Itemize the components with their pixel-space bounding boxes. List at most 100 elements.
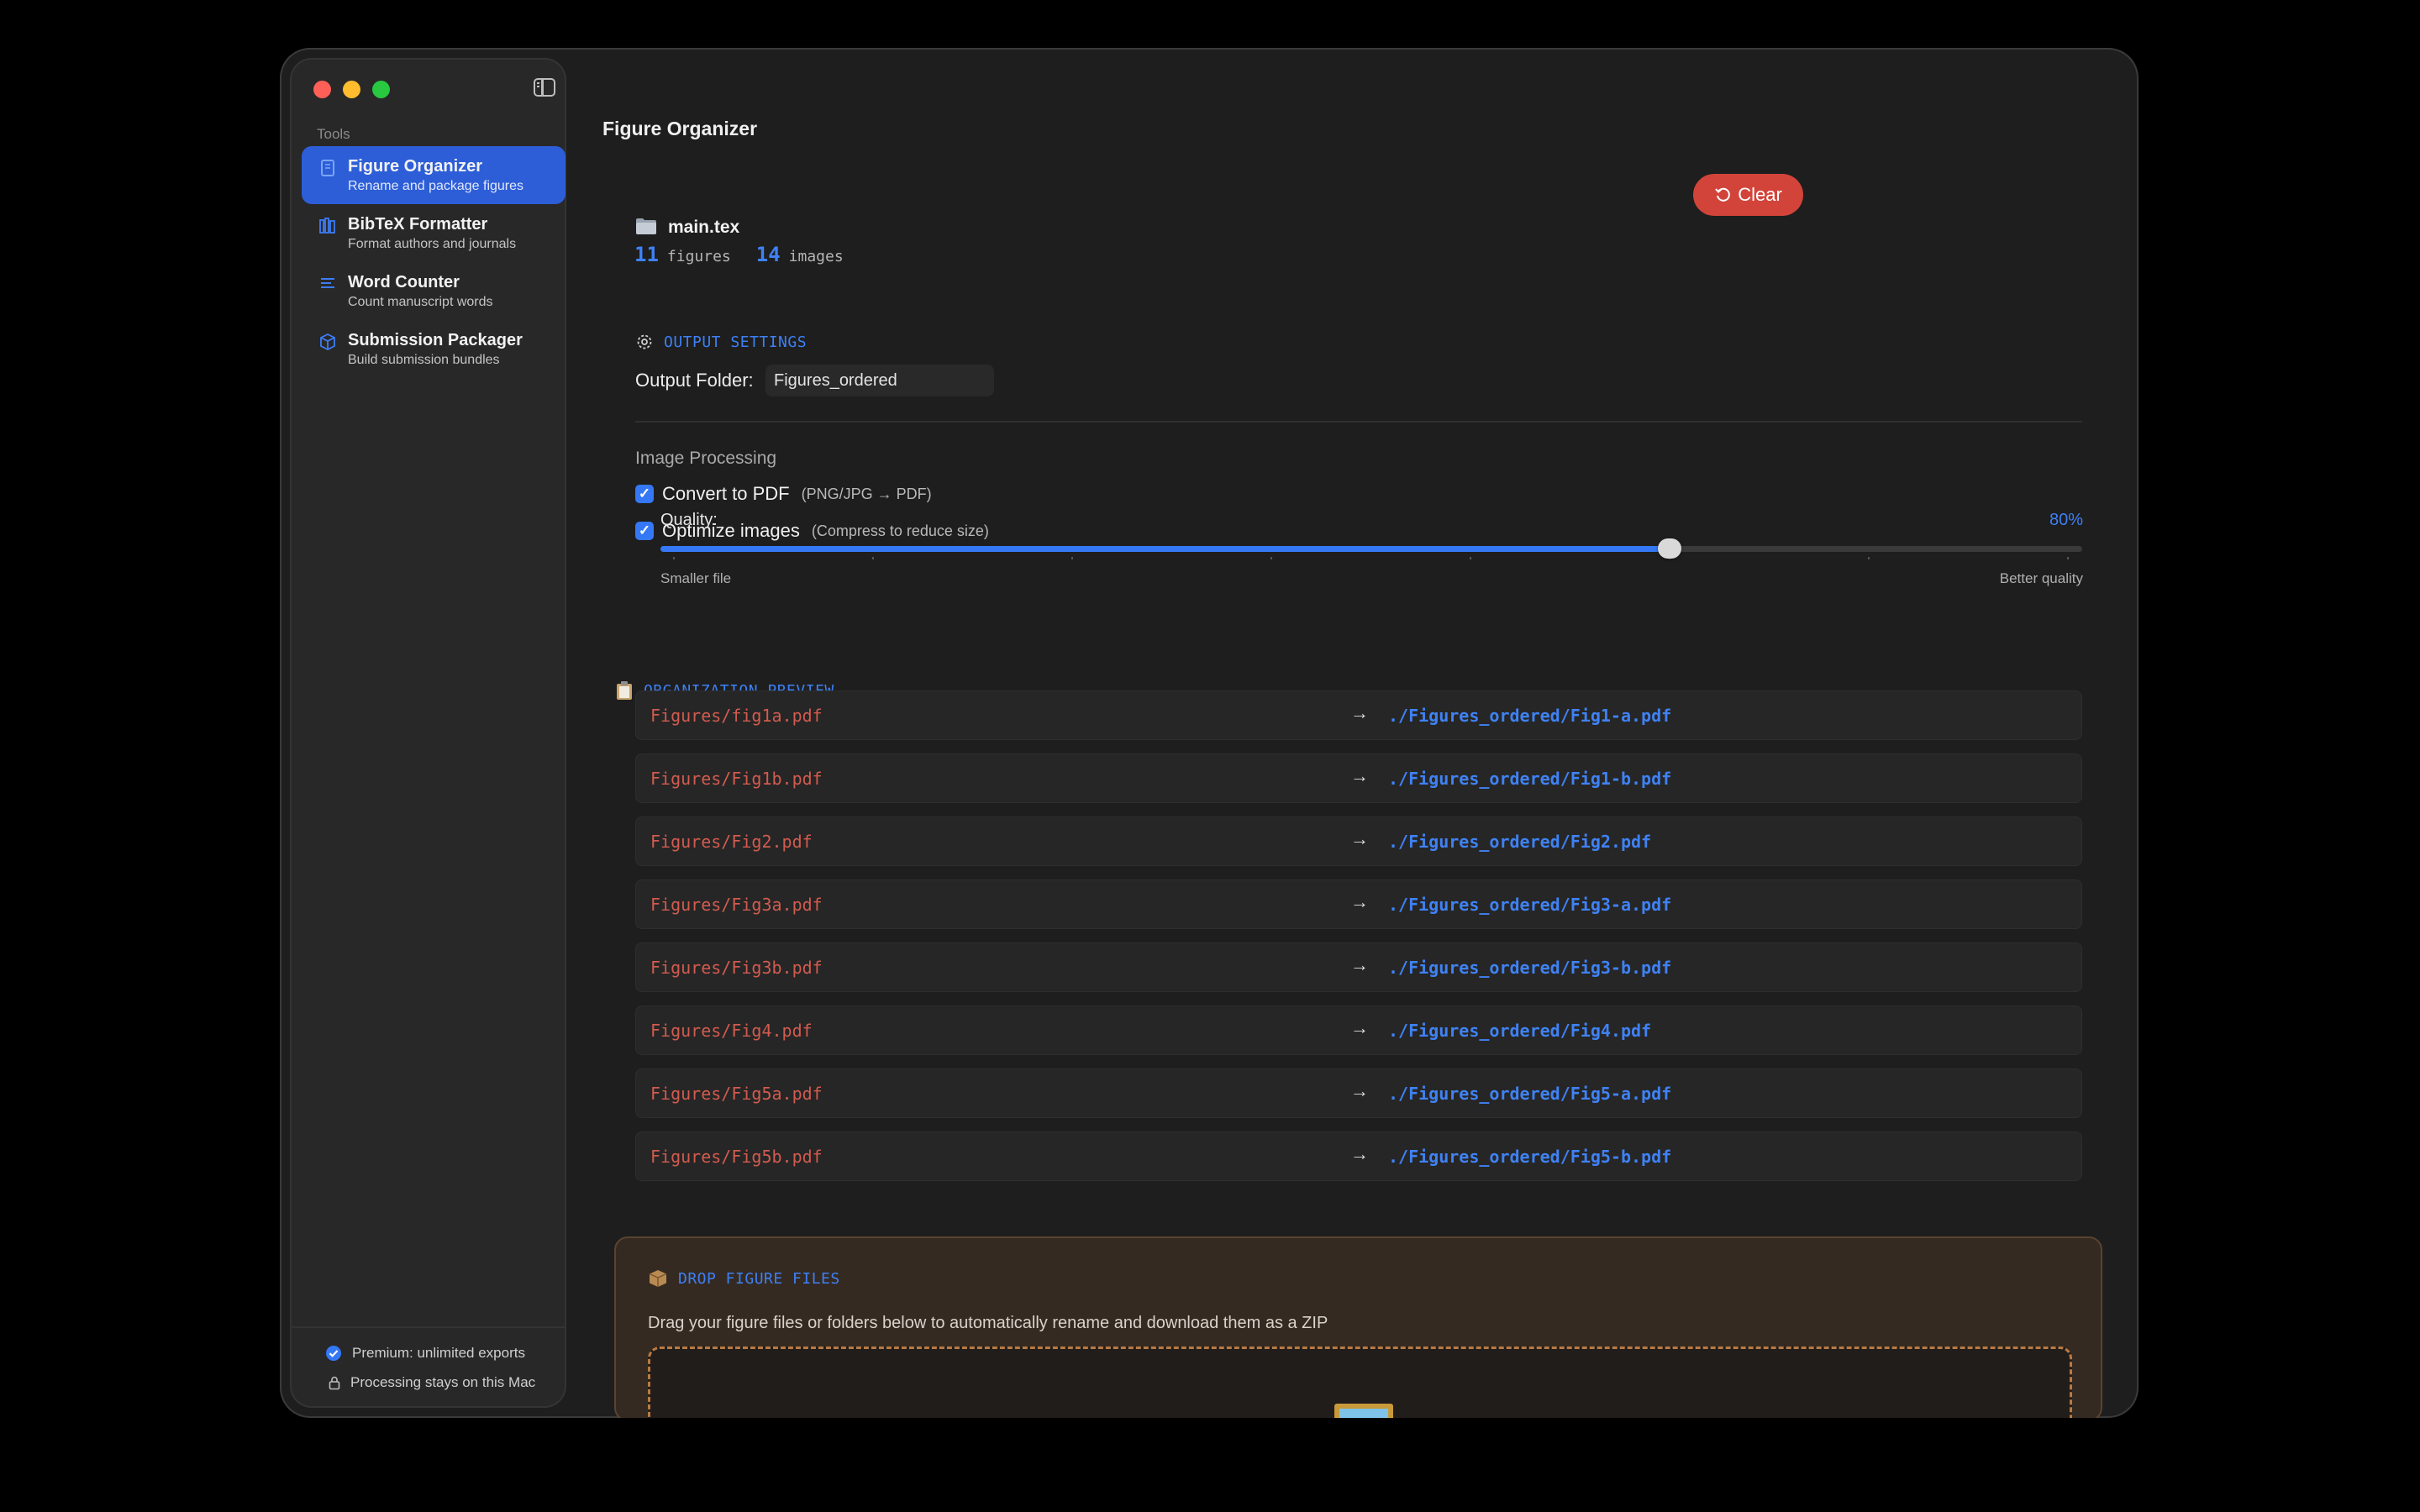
- source-path: Figures/Fig3b.pdf: [650, 958, 823, 978]
- sidebar-item-title: Word Counter: [348, 273, 460, 291]
- lock-icon: [329, 1376, 340, 1390]
- slider-tick: [1470, 557, 1471, 559]
- sidebar-item-bibtex-formatter[interactable]: BibTeX Formatter Format authors and jour…: [302, 204, 566, 262]
- output-folder-input[interactable]: Figures_ordered: [765, 365, 994, 396]
- drop-heading: DROP FIGURE FILES: [648, 1269, 840, 1288]
- sidebar-section-label: Tools: [317, 126, 350, 142]
- document-icon: [321, 160, 334, 176]
- sidebar-nav: Figure Organizer Rename and package figu…: [302, 146, 566, 378]
- output-settings-heading: OUTPUT SETTINGS: [635, 333, 807, 351]
- sidebar-toggle-icon[interactable]: [534, 78, 555, 97]
- close-window-button[interactable]: [313, 81, 331, 98]
- figures-label: figures: [666, 248, 731, 265]
- reset-icon: [1715, 187, 1731, 202]
- convert-pdf-option[interactable]: ✓ Convert to PDF (PNG/JPG → PDF): [635, 483, 932, 505]
- preview-row: Figures/fig1a.pdf → ./Figures_ordered/Fi…: [635, 690, 2082, 740]
- window-controls: [313, 81, 390, 98]
- sidebar: Tools Figure Organizer Rename and packag…: [290, 58, 566, 1408]
- destination-path: ./Figures_ordered/Fig4.pdf: [1388, 1021, 1652, 1041]
- sidebar-item-submission-packager[interactable]: Submission Packager Build submission bun…: [302, 320, 566, 378]
- drop-heading-title: DROP FIGURE FILES: [678, 1269, 840, 1288]
- sidebar-item-title: BibTeX Formatter: [348, 215, 488, 234]
- folder-icon: [636, 218, 656, 234]
- clipboard-icon: [617, 681, 632, 700]
- arrow-right-icon: →: [1350, 702, 1369, 723]
- convert-pdf-checkbox[interactable]: ✓: [635, 485, 654, 503]
- optimize-images-hint: (Compress to reduce size): [811, 522, 989, 539]
- slider-tick: [1270, 557, 1272, 559]
- zoom-window-button[interactable]: [372, 81, 390, 98]
- verified-badge-icon: [326, 1346, 341, 1361]
- optimize-images-checkbox[interactable]: ✓: [635, 522, 654, 540]
- arrow-right-icon: →: [1350, 954, 1369, 975]
- preview-row: Figures/Fig2.pdf → ./Figures_ordered/Fig…: [635, 816, 2082, 866]
- source-path: Figures/Fig2.pdf: [650, 832, 813, 852]
- destination-path: ./Figures_ordered/Fig5-b.pdf: [1388, 1147, 1672, 1167]
- sidebar-item-word-counter[interactable]: Word Counter Count manuscript words: [302, 262, 566, 320]
- slider-tick: [1868, 557, 1870, 559]
- tex-file-name: main.tex: [668, 218, 740, 237]
- preview-row: Figures/Fig3a.pdf → ./Figures_ordered/Fi…: [635, 879, 2082, 929]
- source-path: Figures/Fig3a.pdf: [650, 895, 823, 915]
- slider-thumb[interactable]: [1658, 538, 1682, 559]
- file-stats: 11 figures 14 images: [634, 243, 869, 266]
- source-path: Figures/Fig5b.pdf: [650, 1147, 823, 1167]
- privacy-label: Processing stays on this Mac: [350, 1374, 536, 1390]
- package-icon: [649, 1270, 667, 1287]
- quality-slider[interactable]: [660, 538, 2082, 559]
- framed-picture-icon: [1334, 1404, 1393, 1418]
- preview-row: Figures/Fig5a.pdf → ./Figures_ordered/Fi…: [635, 1068, 2082, 1118]
- arrow-right-icon: →: [1350, 1143, 1369, 1164]
- destination-path: ./Figures_ordered/Fig3-a.pdf: [1388, 895, 1672, 915]
- books-icon: [319, 218, 335, 234]
- sidebar-item-subtitle: Format authors and journals: [348, 237, 517, 251]
- drop-zone[interactable]: [648, 1347, 2072, 1418]
- sidebar-item-subtitle: Rename and package figures: [348, 179, 524, 193]
- sidebar-item-figure-organizer[interactable]: Figure Organizer Rename and package figu…: [302, 146, 566, 204]
- slider-tick: [1071, 557, 1073, 559]
- privacy-note: Processing stays on this Mac: [329, 1374, 535, 1391]
- source-path: Figures/fig1a.pdf: [650, 706, 823, 726]
- minimize-window-button[interactable]: [343, 81, 360, 98]
- arrow-right-icon: →: [1350, 891, 1369, 912]
- arrow-right-icon: →: [1350, 1080, 1369, 1101]
- slider-tick: [872, 557, 874, 559]
- source-path: Figures/Fig4.pdf: [650, 1021, 813, 1041]
- convert-pdf-label: Convert to PDF: [662, 483, 790, 504]
- preview-row: Figures/Fig3b.pdf → ./Figures_ordered/Fi…: [635, 942, 2082, 992]
- destination-path: ./Figures_ordered/Fig3-b.pdf: [1388, 958, 1672, 978]
- preview-row: Figures/Fig5b.pdf → ./Figures_ordered/Fi…: [635, 1131, 2082, 1181]
- slider-max-label: Better quality: [1999, 570, 2083, 586]
- premium-status: Premium: unlimited exports: [325, 1345, 525, 1362]
- page-title: Figure Organizer: [602, 118, 758, 139]
- destination-path: ./Figures_ordered/Fig2.pdf: [1388, 832, 1652, 852]
- arrow-right-icon: →: [1350, 765, 1369, 786]
- arrow-right-icon: →: [1350, 1017, 1369, 1038]
- gear-icon: [637, 334, 652, 349]
- sidebar-footer: Premium: unlimited exports Processing st…: [290, 1326, 566, 1408]
- convert-pdf-hint: (PNG/JPG → PDF): [801, 485, 932, 502]
- sidebar-item-subtitle: Count manuscript words: [348, 295, 493, 309]
- preview-row: Figures/Fig4.pdf → ./Figures_ordered/Fig…: [635, 1005, 2082, 1055]
- arrow-right-icon: →: [1350, 828, 1369, 849]
- sidebar-item-title: Submission Packager: [348, 331, 523, 349]
- clear-button-label: Clear: [1738, 184, 1782, 205]
- images-count: 14: [755, 243, 781, 266]
- package-icon: [320, 333, 335, 351]
- sidebar-item-title: Figure Organizer: [348, 157, 483, 176]
- output-settings-title: OUTPUT SETTINGS: [664, 333, 808, 351]
- destination-path: ./Figures_ordered/Fig1-a.pdf: [1388, 706, 1672, 726]
- source-path: Figures/Fig1b.pdf: [650, 769, 823, 789]
- sidebar-item-subtitle: Build submission bundles: [348, 353, 500, 367]
- source-path: Figures/Fig5a.pdf: [650, 1084, 823, 1104]
- slider-tick: [2067, 557, 2069, 559]
- destination-path: ./Figures_ordered/Fig1-b.pdf: [1388, 769, 1672, 789]
- output-folder-label: Output Folder:: [635, 370, 754, 391]
- quality-value: 80%: [2049, 511, 2083, 529]
- section-divider: [635, 421, 2082, 423]
- drop-panel: DROP FIGURE FILES Drag your figure files…: [614, 1236, 2102, 1418]
- quality-label: Quality:: [660, 511, 718, 529]
- clear-button[interactable]: Clear: [1693, 174, 1803, 216]
- app-window: Tools Figure Organizer Rename and packag…: [280, 48, 2139, 1418]
- preview-row: Figures/Fig1b.pdf → ./Figures_ordered/Fi…: [635, 753, 2082, 803]
